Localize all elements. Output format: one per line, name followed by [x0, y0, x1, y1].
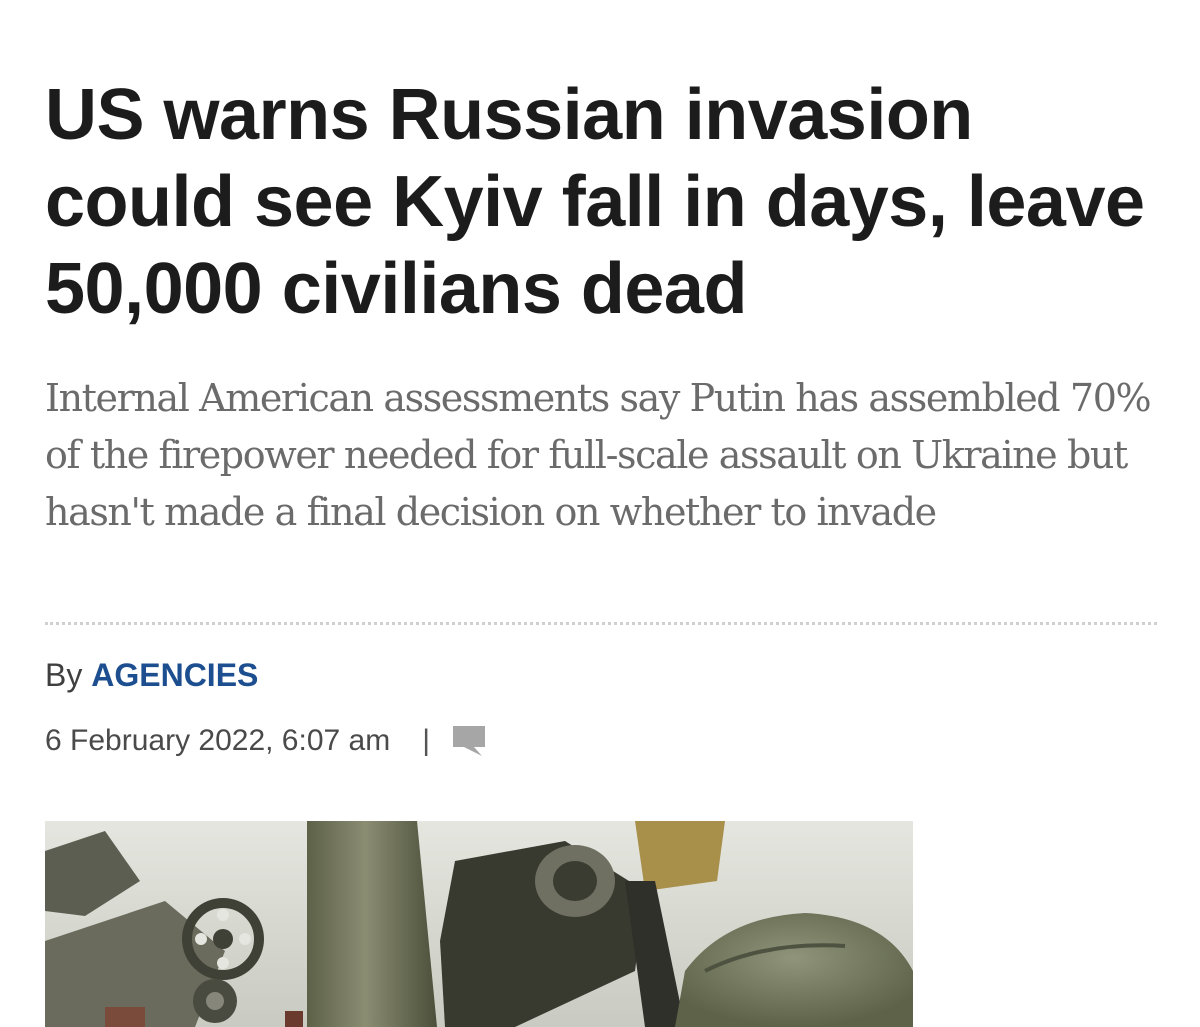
publish-date: 6 February 2022, 6:07 am	[45, 724, 391, 757]
article-subheadline: Internal American assessments say Putin …	[45, 376, 1152, 534]
byline-prefix: By	[45, 657, 83, 693]
article-headline: US warns Russian invasion could see Kyiv…	[45, 75, 1145, 329]
article-photo	[45, 821, 913, 1027]
article: US warns Russian invasion could see Kyiv…	[45, 0, 1160, 1027]
divider	[45, 622, 1157, 625]
byline: By AGENCIES	[45, 655, 258, 695]
meta-separator: |	[422, 724, 431, 757]
article-meta: 6 February 2022, 6:07 am |	[45, 720, 486, 762]
author-link[interactable]: AGENCIES	[91, 657, 258, 693]
comment-icon[interactable]	[452, 725, 486, 757]
